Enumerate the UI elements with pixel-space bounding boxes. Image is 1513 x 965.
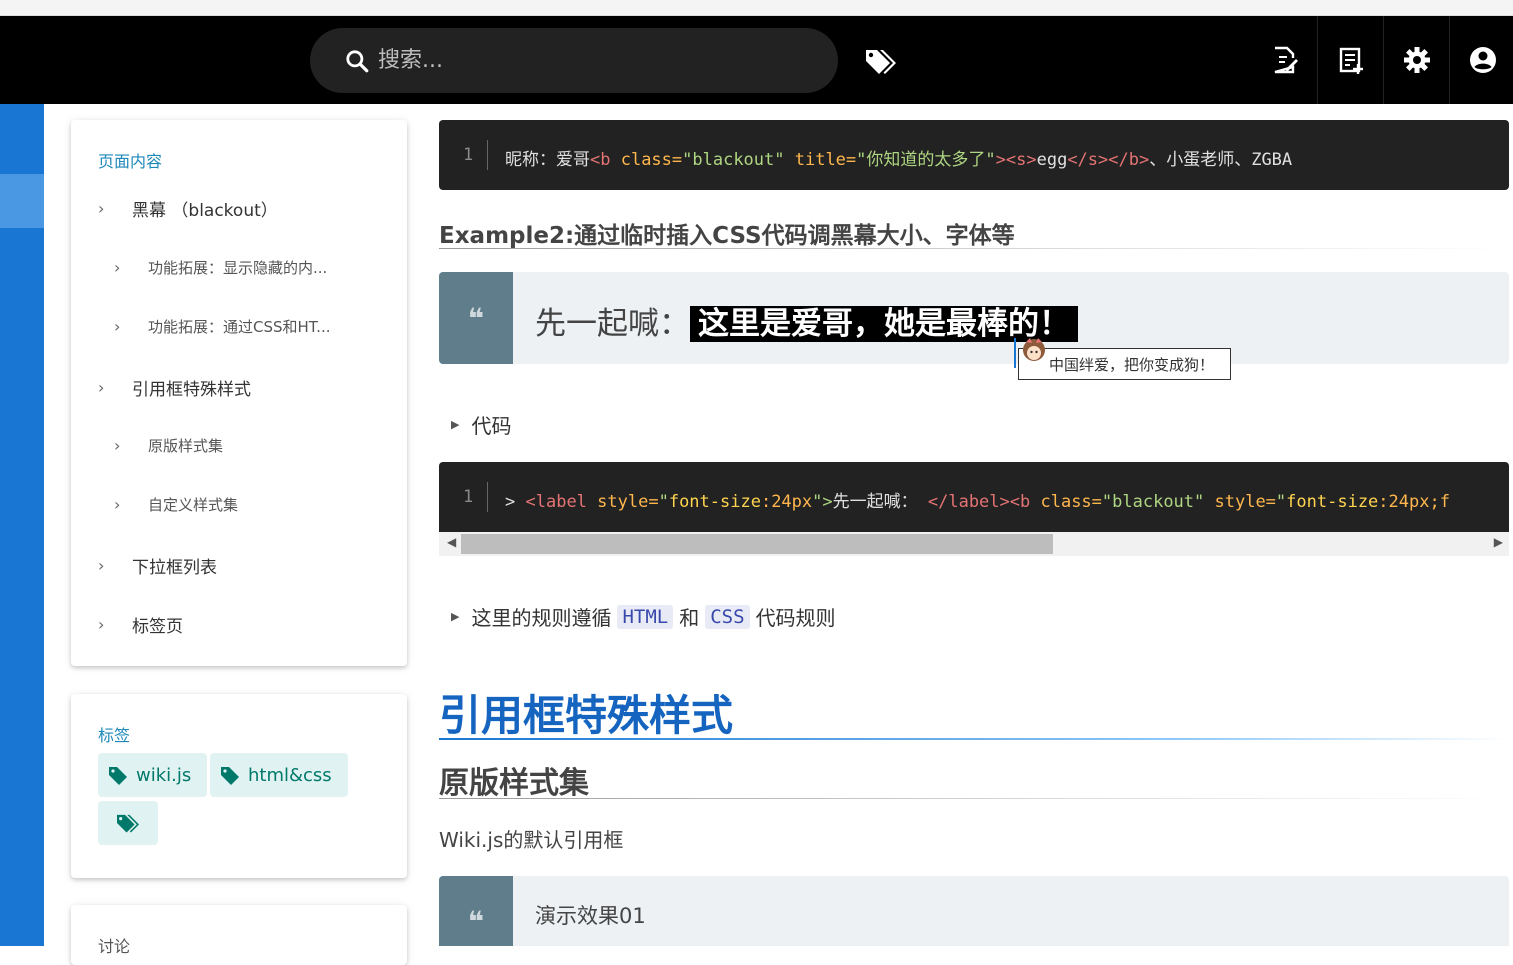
quote-text: 先一起喊： 这里是爱哥，她是最棒的！ [535, 298, 1078, 343]
account-button[interactable] [1449, 16, 1513, 104]
code-line: > <label style="font-size:24px">先一起喊： </… [505, 492, 1450, 512]
nav-rail [0, 104, 44, 946]
account-circle-icon [1469, 47, 1496, 73]
tags-title: 标签 [98, 726, 131, 745]
quote-mark-icon: ❝ [439, 272, 513, 364]
chevron-right-icon: › [98, 199, 105, 218]
all-tags-button[interactable] [98, 801, 158, 845]
nav-rail-active-item[interactable] [0, 174, 44, 228]
toc-title: 页面内容 [98, 152, 163, 171]
chevron-right-icon: › [98, 615, 105, 634]
details-code-toggle[interactable]: ▶ 代码 [451, 410, 511, 439]
code-horizontal-scrollbar[interactable]: ◀ ▶ [439, 532, 1509, 556]
app-header [0, 16, 1513, 104]
search-box[interactable] [310, 28, 838, 93]
quote-mark-icon: ❝ [439, 876, 513, 946]
code-block-1: 1 昵称：爱哥<b class="blackout" title="你知道的太多… [439, 120, 1509, 190]
main-content: 1 昵称：爱哥<b class="blackout" title="你知道的太多… [439, 104, 1513, 946]
chevron-right-icon: › [114, 258, 121, 277]
sub-heading: 原版样式集 [439, 766, 589, 801]
example2-heading: Example2:通过临时插入CSS代码调黑幕大小、字体等 [439, 223, 1015, 249]
toc-item-ext-css-html[interactable]: › 功能拓展：通过CSS和HT... [114, 316, 330, 337]
browser-top-strip [0, 0, 1513, 16]
details-rules-toggle[interactable]: ▶ 这里的规则遵循 HTML 和 CSS 代码规则 [451, 602, 836, 631]
scroll-left-arrow-icon[interactable]: ◀ [447, 535, 456, 549]
triangle-right-icon: ▶ [451, 610, 460, 623]
line-number: 1 [463, 145, 474, 165]
new-page-icon [1274, 46, 1298, 74]
tags-icon[interactable] [864, 46, 898, 76]
toc-item-quote-styles[interactable]: › 引用框特殊样式 [98, 375, 251, 400]
chevron-right-icon: › [114, 436, 121, 455]
triangle-right-icon: ▶ [451, 418, 460, 431]
toc-item-ext-show-hidden[interactable]: › 功能拓展：显示隐藏的内... [114, 257, 327, 278]
search-icon [346, 49, 369, 72]
code-line: 昵称：爱哥<b class="blackout" title="你知道的太多了"… [505, 150, 1293, 170]
line-separator [487, 140, 488, 170]
scroll-right-arrow-icon[interactable]: ▶ [1494, 535, 1503, 549]
gear-icon [1403, 47, 1430, 73]
tag-chip-wikijs[interactable]: wiki.js [98, 753, 208, 797]
tag-icon [109, 767, 127, 785]
paragraph: Wiki.js的默认引用框 [439, 828, 624, 852]
discussion-card: 讨论 [71, 905, 407, 965]
mascot-cursor-icon [1014, 338, 1045, 368]
edit-page-button[interactable] [1317, 16, 1383, 104]
tags-card: 标签 wiki.js html&css [71, 694, 407, 878]
toc-item-dropdown-list[interactable]: › 下拉框列表 [98, 553, 217, 578]
toc-item-tabs[interactable]: › 标签页 [98, 612, 183, 637]
quote-block-2: ❝ 演示效果01 [439, 876, 1509, 946]
quote-block-1: ❝ 先一起喊： 这里是爱哥，她是最棒的！ [439, 272, 1509, 364]
quote-text: 演示效果01 [535, 904, 646, 928]
chevron-right-icon: › [114, 317, 121, 336]
heading-divider [439, 248, 1509, 249]
line-number: 1 [463, 487, 474, 507]
page-actions-icon [1339, 47, 1363, 74]
chevron-right-icon: › [98, 378, 105, 397]
heading-divider [439, 798, 1509, 799]
line-separator [487, 482, 488, 512]
tags-icon [117, 814, 139, 833]
toc-item-original-styles[interactable]: › 原版样式集 [114, 435, 223, 456]
settings-button[interactable] [1383, 16, 1449, 104]
new-page-button[interactable] [1251, 16, 1317, 104]
chevron-right-icon: › [114, 495, 121, 514]
discussion-title: 讨论 [98, 937, 131, 956]
chevron-right-icon: › [98, 556, 105, 575]
tag-chip-htmlcss[interactable]: html&css [210, 753, 348, 797]
section-divider [439, 738, 1509, 740]
search-input[interactable] [378, 48, 778, 73]
toc-item-custom-styles[interactable]: › 自定义样式集 [114, 494, 238, 515]
toc-item-blackout[interactable]: › 黑幕 （blackout） [98, 196, 278, 221]
section-heading: 引用框特殊样式 [439, 691, 734, 740]
toc-card: 页面内容 › 黑幕 （blackout） › 功能拓展：显示隐藏的内... › … [71, 120, 407, 666]
tag-icon [221, 767, 239, 785]
code-block-2: 1 > <label style="font-size:24px">先一起喊： … [439, 462, 1509, 532]
scroll-thumb[interactable] [461, 534, 1053, 554]
